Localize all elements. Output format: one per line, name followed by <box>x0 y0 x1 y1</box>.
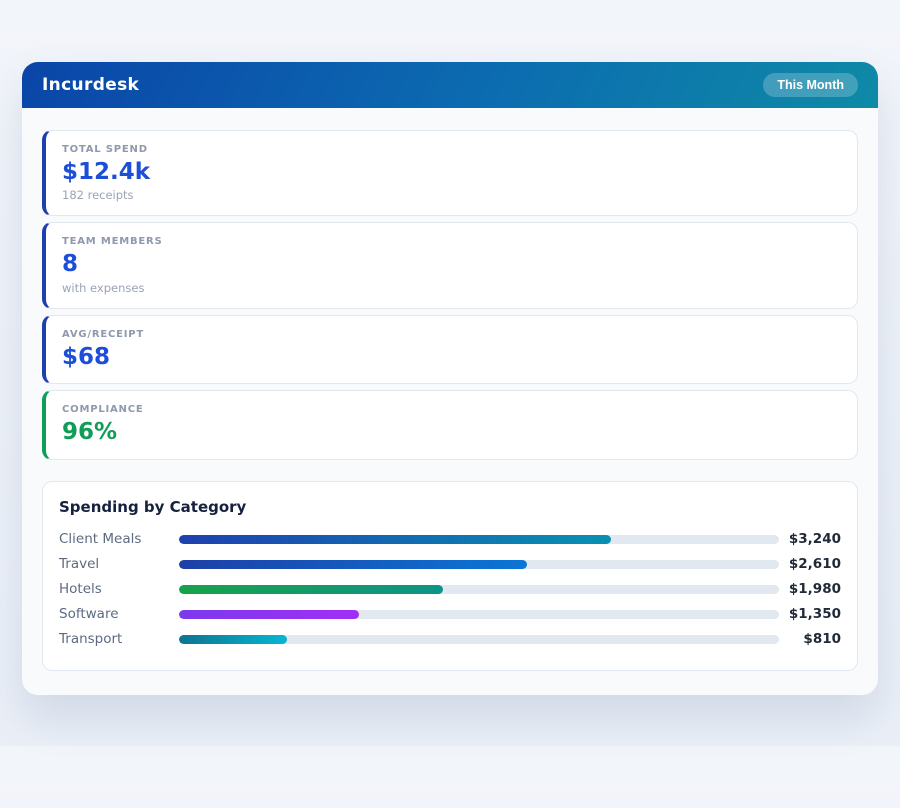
bar-fill <box>179 584 443 594</box>
stat-card: AVG/RECEIPT $68 <box>42 314 858 385</box>
stat-value: $68 <box>62 343 111 370</box>
stat-card: TOTAL SPEND $12.4k 182 receipts <box>42 130 858 217</box>
stat-card: TEAM MEMBERS 8 with expenses <box>42 222 858 309</box>
bar-fill <box>179 559 527 569</box>
period-selector-badge[interactable]: This Month <box>763 73 858 97</box>
category-bar-row: Software $1,350 <box>59 602 841 627</box>
category-bar-row: Client Meals $3,240 <box>59 527 841 552</box>
category-value: $2,610 <box>788 556 841 573</box>
category-bar-row: Transport $810 <box>59 627 841 652</box>
bar-fill <box>179 634 287 644</box>
stat-label: TEAM MEMBERS <box>62 236 163 248</box>
dashboard-panel: Incurdesk This Month TOTAL SPEND $12.4k … <box>22 62 878 695</box>
category-bar-row: Travel $2,610 <box>59 552 841 577</box>
category-value: $3,240 <box>788 531 841 548</box>
bar-track <box>179 634 779 644</box>
stat-card: COMPLIANCE 96% <box>42 390 858 460</box>
stat-subtext: 182 receipts <box>62 188 134 203</box>
panel-body: TOTAL SPEND $12.4k 182 receipts TEAM MEM… <box>22 108 878 695</box>
chart-rows: Client Meals $3,240 Travel $2,610 Hotels <box>59 527 841 652</box>
bar-fill <box>179 534 611 544</box>
bar-fill <box>179 609 359 619</box>
stat-label: COMPLIANCE <box>62 404 144 416</box>
category-label: Travel <box>59 556 100 573</box>
bar-track <box>179 534 779 544</box>
stat-value: 96% <box>62 419 118 446</box>
spending-chart-card: Spending by Category Client Meals $3,240… <box>42 480 858 671</box>
stat-label: AVG/RECEIPT <box>62 328 145 340</box>
bar-track <box>179 584 779 594</box>
category-bar-row: Hotels $1,980 <box>59 577 841 602</box>
stats-section: TOTAL SPEND $12.4k 182 receipts TEAM MEM… <box>42 130 858 460</box>
bar-track <box>179 559 779 569</box>
stat-subtext: with expenses <box>62 280 145 295</box>
category-value: $1,980 <box>788 581 841 598</box>
chart-title: Spending by Category <box>59 497 247 516</box>
category-label: Transport <box>59 631 123 648</box>
category-value: $1,350 <box>788 606 841 623</box>
app-title: Incurdesk <box>42 75 140 95</box>
stat-value: 8 <box>62 251 79 278</box>
bar-track <box>179 609 779 619</box>
app-header: Incurdesk This Month <box>22 62 878 108</box>
stat-label: TOTAL SPEND <box>62 144 148 155</box>
stat-value: $12.4k <box>62 159 151 185</box>
category-label: Software <box>59 606 119 623</box>
category-label: Client Meals <box>59 531 142 548</box>
category-label: Hotels <box>59 581 102 598</box>
category-value: $810 <box>803 631 841 648</box>
